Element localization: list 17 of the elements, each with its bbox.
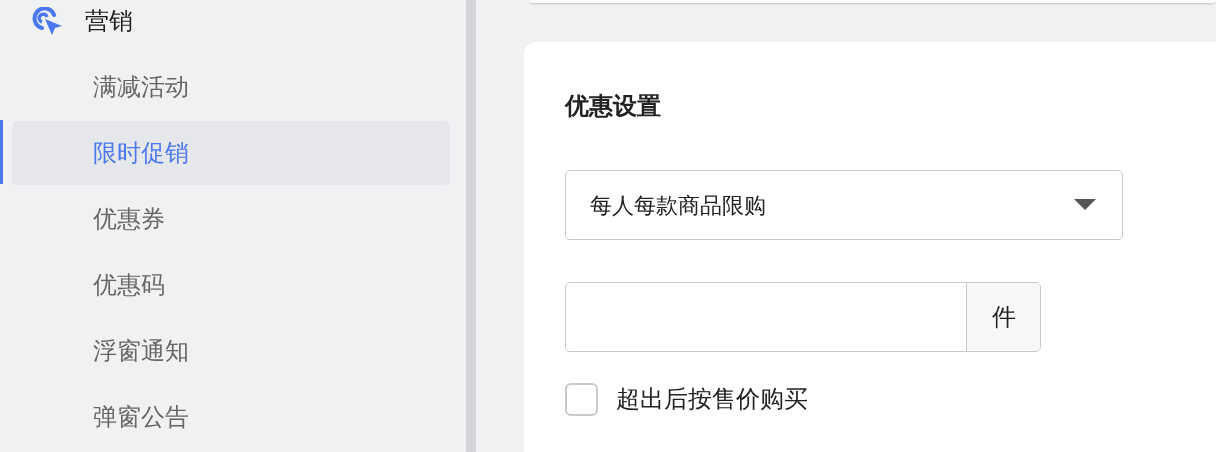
menu-item[interactable]: 浮窗通知 <box>12 319 450 383</box>
section-title: 优惠设置 <box>565 91 662 121</box>
menu-item[interactable]: 优惠码 <box>12 253 450 317</box>
limit-type-select[interactable]: 每人每款商品限购 <box>565 170 1123 240</box>
menu-item[interactable]: 限时促销 <box>12 121 450 185</box>
quantity-field[interactable]: 件 <box>565 282 1041 352</box>
selection-indicator <box>0 120 3 184</box>
menu-item[interactable]: 弹窗公告 <box>12 385 450 449</box>
menu-item[interactable]: 满减活动 <box>12 55 450 119</box>
checkbox[interactable] <box>565 382 598 416</box>
menu-item[interactable]: 优惠券 <box>12 187 450 251</box>
unit-addon: 件 <box>966 283 1040 351</box>
dropdown-caret-icon <box>1074 199 1096 211</box>
checkbox-label[interactable]: 超出后按售价购买 <box>616 381 808 417</box>
select-value: 每人每款商品限购 <box>590 191 766 220</box>
cursor-click-icon <box>32 7 64 35</box>
menu-group-label[interactable]: 营销 <box>85 3 133 39</box>
